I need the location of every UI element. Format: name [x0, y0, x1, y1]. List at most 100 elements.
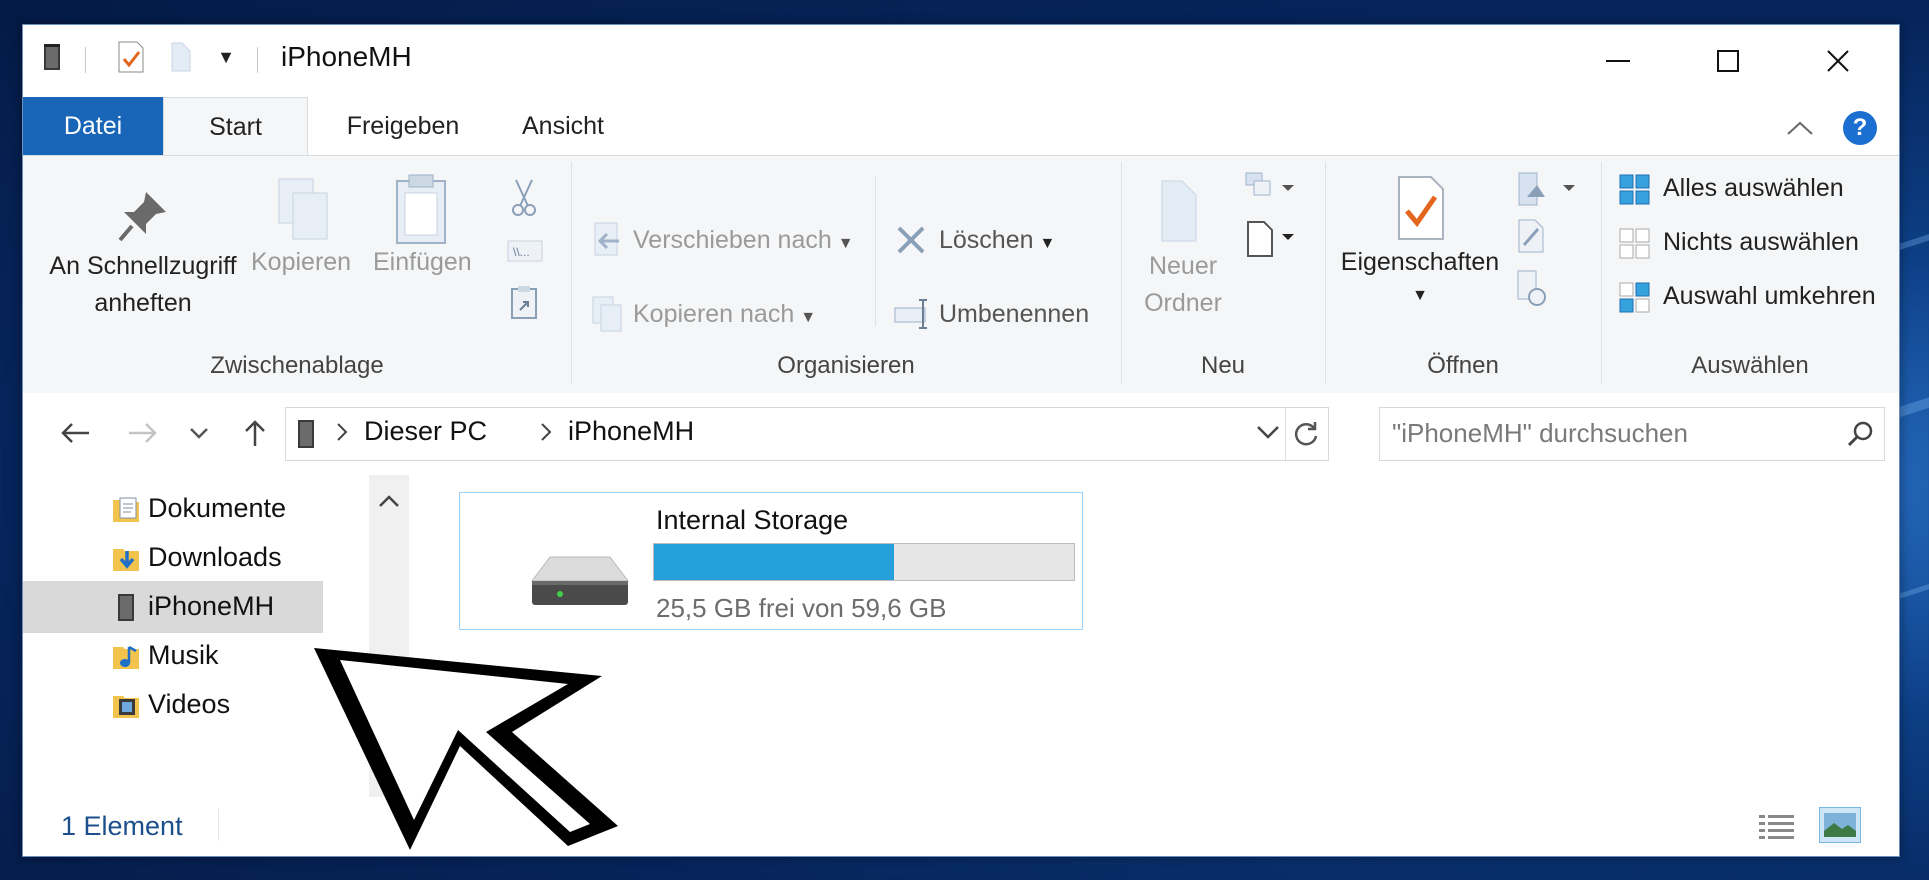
- separator: [1601, 162, 1602, 384]
- breadcrumb-chevron-icon[interactable]: [540, 422, 552, 447]
- copy-button[interactable]: Kopieren: [251, 248, 351, 277]
- group-label-select: Auswählen: [1691, 352, 1809, 379]
- address-dropdown-chevron-icon[interactable]: [1256, 424, 1280, 445]
- up-button[interactable]: [233, 411, 277, 455]
- tab-start[interactable]: Start: [163, 97, 308, 156]
- window-title: iPhoneMH: [281, 41, 412, 72]
- ribbon: An Schnellzugriff anheften Kopieren Einf…: [23, 155, 1899, 395]
- hard-drive-icon: [526, 551, 634, 616]
- nav-item-documents[interactable]: Dokumente: [23, 483, 323, 535]
- invert-selection-icon: [1617, 280, 1653, 316]
- new-folder-line2: Ordner: [1144, 289, 1222, 317]
- new-folder-button[interactable]: Neuer Ordner: [1127, 248, 1239, 322]
- scroll-up-chevron-icon[interactable]: [377, 493, 401, 514]
- move-to-button[interactable]: Verschieben nach ▼: [633, 226, 854, 255]
- details-view-icon[interactable]: [1757, 811, 1797, 846]
- nav-item-music[interactable]: Musik: [23, 630, 323, 682]
- separator: [1325, 162, 1326, 384]
- customize-toolbar-chevron-icon[interactable]: ▼: [211, 39, 241, 75]
- documents-folder-icon: [111, 494, 141, 524]
- ribbon-tabs: Datei Start Freigeben Ansicht: [23, 97, 1899, 156]
- select-none-button[interactable]: Nichts auswählen: [1663, 228, 1859, 257]
- breadcrumb-this-pc[interactable]: Dieser PC: [364, 416, 487, 447]
- move-to-icon: [589, 220, 625, 260]
- separator: [1285, 408, 1286, 460]
- new-item-icon[interactable]: [1243, 168, 1299, 208]
- separator: [218, 809, 219, 841]
- nav-item-downloads[interactable]: Downloads: [23, 532, 323, 584]
- nav-item-iphone[interactable]: iPhoneMH: [23, 581, 323, 633]
- edit-icon[interactable]: [1513, 216, 1549, 256]
- minimize-button[interactable]: [1563, 33, 1673, 89]
- breadcrumb-current[interactable]: iPhoneMH: [568, 416, 694, 447]
- breadcrumb-chevron-icon[interactable]: [336, 422, 348, 447]
- collapse-ribbon-icon[interactable]: [1785, 113, 1815, 143]
- separator: [571, 162, 572, 384]
- dropdown-caret-icon: ▼: [1412, 287, 1428, 304]
- group-label-organize: Organisieren: [777, 352, 915, 379]
- copy-icon: [271, 174, 335, 246]
- downloads-folder-icon: [111, 543, 141, 573]
- select-all-button[interactable]: Alles auswählen: [1663, 174, 1844, 203]
- close-button[interactable]: [1783, 33, 1893, 89]
- pin-icon: [113, 186, 173, 246]
- help-icon[interactable]: ?: [1843, 111, 1877, 145]
- dropdown-caret-icon: ▼: [837, 235, 854, 252]
- new-folder-icon: [1151, 176, 1207, 246]
- rename-icon: [891, 294, 935, 334]
- cut-icon[interactable]: [507, 176, 541, 220]
- forward-button[interactable]: [121, 411, 165, 455]
- copy-to-button[interactable]: Kopieren nach ▼: [633, 300, 816, 329]
- pin-label-line1: An Schnellzugriff: [49, 252, 237, 280]
- new-folder-quick-icon[interactable]: [163, 39, 199, 75]
- drive-free-space: 25,5 GB frei von 59,6 GB: [656, 593, 947, 623]
- tab-view[interactable]: Ansicht: [493, 97, 633, 155]
- nav-item-label: Videos: [148, 689, 231, 719]
- properties-button[interactable]: Eigenschaften ▼: [1335, 248, 1505, 305]
- recent-locations-chevron-icon[interactable]: [183, 411, 215, 455]
- group-label-open: Öffnen: [1427, 352, 1499, 379]
- move-to-label: Verschieben nach: [633, 226, 832, 254]
- paste-button[interactable]: Einfügen: [373, 248, 472, 277]
- separator: [85, 47, 86, 73]
- properties-icon: [1393, 172, 1449, 244]
- drive-tile[interactable]: Internal Storage 25,5 GB frei von 59,6 G…: [459, 492, 1083, 630]
- cursor-arrow-icon: [300, 612, 620, 857]
- nav-item-label: Dokumente: [148, 493, 287, 523]
- history-icon[interactable]: [1513, 268, 1549, 308]
- search-icon[interactable]: [1846, 420, 1874, 453]
- properties-label: Eigenschaften: [1340, 248, 1500, 276]
- nav-item-label: iPhoneMH: [148, 591, 275, 621]
- delete-label: Löschen: [939, 226, 1034, 254]
- easy-access-icon[interactable]: [1243, 214, 1299, 262]
- invert-selection-button[interactable]: Auswahl umkehren: [1663, 282, 1876, 311]
- group-label-new: Neu: [1200, 352, 1246, 379]
- properties-quick-icon[interactable]: [111, 39, 151, 75]
- nav-item-videos[interactable]: Videos: [23, 679, 323, 731]
- music-folder-icon: [111, 641, 141, 671]
- search-input[interactable]: "iPhoneMH" durchsuchen: [1392, 418, 1688, 449]
- device-icon[interactable]: [35, 39, 71, 75]
- maximize-button[interactable]: [1673, 33, 1783, 89]
- refresh-icon[interactable]: [1292, 420, 1320, 453]
- open-icon[interactable]: [1513, 170, 1583, 210]
- tab-share[interactable]: Freigeben: [323, 97, 483, 155]
- new-folder-line1: Neuer: [1148, 252, 1218, 280]
- delete-button[interactable]: Löschen ▼: [939, 226, 1055, 255]
- device-icon: [294, 418, 320, 455]
- copy-path-icon[interactable]: \\...: [505, 236, 545, 266]
- paste-shortcut-icon[interactable]: [507, 282, 541, 322]
- svg-text:\\...: \\...: [513, 245, 530, 259]
- back-button[interactable]: [53, 411, 97, 455]
- search-box[interactable]: "iPhoneMH" durchsuchen: [1379, 407, 1885, 461]
- separator: [257, 47, 258, 73]
- pin-quick-access-button[interactable]: An Schnellzugriff anheften: [43, 248, 243, 322]
- tab-file[interactable]: Datei: [23, 97, 163, 155]
- rename-button[interactable]: Umbenennen: [939, 300, 1089, 329]
- title-bar: ▼ iPhoneMH: [23, 25, 1899, 97]
- nav-item-label: Musik: [148, 640, 219, 670]
- large-icons-view-icon[interactable]: [1819, 807, 1861, 843]
- videos-folder-icon: [111, 690, 141, 720]
- drive-name: Internal Storage: [656, 505, 849, 535]
- address-bar[interactable]: Dieser PC iPhoneMH: [285, 407, 1329, 461]
